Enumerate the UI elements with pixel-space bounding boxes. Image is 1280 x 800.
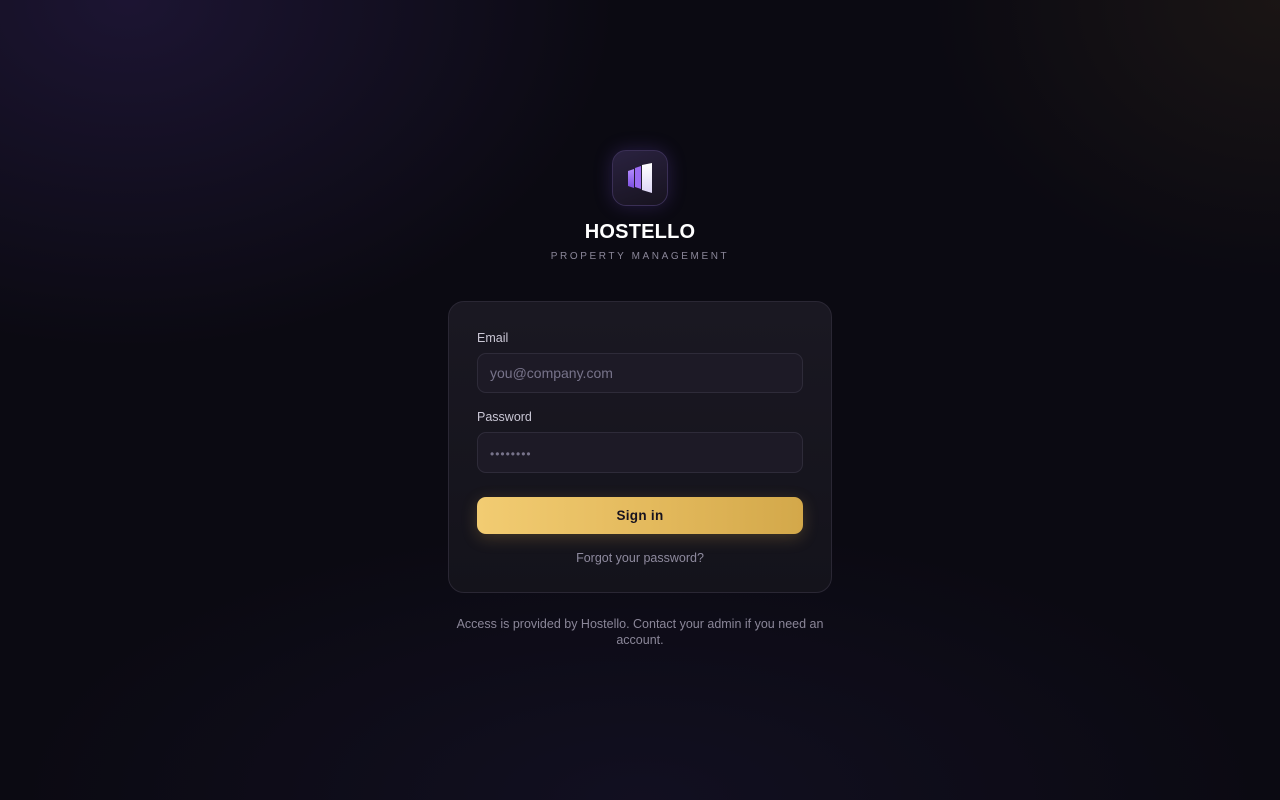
password-label: Password	[477, 410, 532, 424]
email-field[interactable]	[477, 353, 803, 393]
building-logo-icon	[628, 163, 652, 193]
brand-header: HOSTELLO PROPERTY MANAGEMENT	[0, 150, 1280, 263]
brand-name: HOSTELLO	[584, 221, 696, 243]
app-logo	[612, 150, 668, 206]
access-footnote: Access is provided by Hostello. Contact …	[456, 617, 824, 647]
brand-subtitle: PROPERTY MANAGEMENT	[550, 251, 730, 262]
login-card: Email Password Sign in Forgot your passw…	[448, 301, 832, 593]
email-label: Email	[477, 331, 509, 345]
password-field[interactable]	[477, 432, 803, 473]
forgot-password-link[interactable]: Forgot your password?	[477, 550, 803, 566]
sign-in-button[interactable]: Sign in	[477, 497, 803, 534]
